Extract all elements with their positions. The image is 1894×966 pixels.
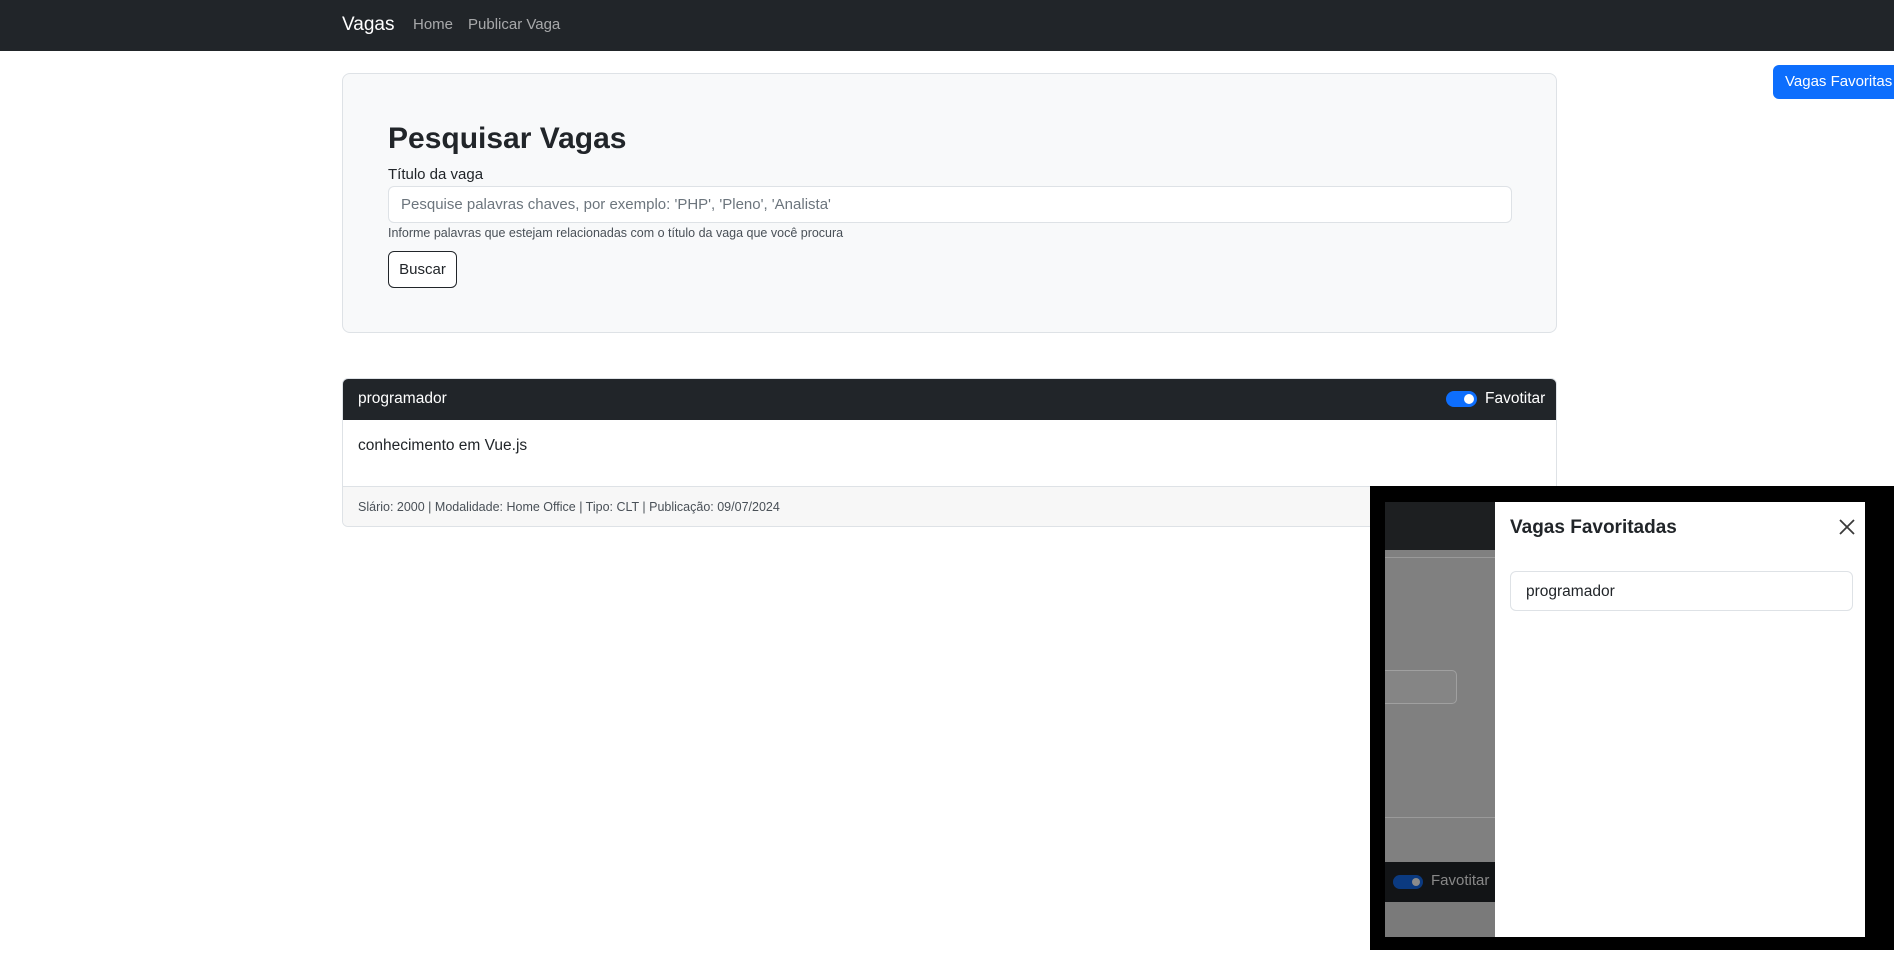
backdrop-favorite-switch xyxy=(1393,875,1423,889)
backdrop-divider xyxy=(1385,817,1495,818)
offcanvas-title: Vagas Favoritadas xyxy=(1510,517,1677,538)
backdrop-card-header: Favotitar xyxy=(1385,862,1495,902)
backdrop-navbar xyxy=(1385,502,1495,550)
backdrop-card-body xyxy=(1385,902,1495,937)
favorites-offcanvas: Vagas Favoritadas programador xyxy=(1495,502,1865,937)
backdrop-search-input xyxy=(1385,670,1457,704)
switch-knob xyxy=(1464,394,1474,404)
job-title: programador xyxy=(358,390,447,407)
offcanvas-preview-frame: Favotitar Vagas Favoritadas programador xyxy=(1370,486,1894,950)
search-help-text: Informe palavras que estejam relacionada… xyxy=(388,226,844,240)
switch-knob xyxy=(1412,878,1420,886)
search-button[interactable]: Buscar xyxy=(388,251,457,288)
offcanvas-preview: Favotitar Vagas Favoritadas programador xyxy=(1385,502,1865,937)
favorites-button[interactable]: Vagas Favoritas xyxy=(1773,65,1894,99)
favorite-label[interactable]: Favotitar xyxy=(1485,390,1545,408)
close-icon[interactable] xyxy=(1836,516,1858,538)
nav-link-home[interactable]: Home xyxy=(413,16,453,33)
search-panel: Pesquisar Vagas Título da vaga Informe p… xyxy=(342,73,1557,333)
top-navbar: Vagas Home Publicar Vaga xyxy=(0,0,1894,51)
job-description: conhecimento em Vue.js xyxy=(358,437,528,454)
page-title: Pesquisar Vagas xyxy=(388,122,627,155)
favorite-list-item[interactable]: programador xyxy=(1510,571,1853,611)
job-title-label: Título da vaga xyxy=(388,166,484,183)
backdrop-divider xyxy=(1385,557,1495,558)
job-meta: Slário: 2000 | Modalidade: Home Office |… xyxy=(358,500,780,514)
favorite-switch[interactable] xyxy=(1446,391,1477,407)
navbar-brand[interactable]: Vagas xyxy=(342,14,394,36)
search-input[interactable] xyxy=(388,186,1512,223)
nav-link-publicar-vaga[interactable]: Publicar Vaga xyxy=(468,16,560,33)
backdrop-favorite-label: Favotitar xyxy=(1431,872,1490,889)
job-card-header: programador Favotitar xyxy=(343,379,1556,420)
